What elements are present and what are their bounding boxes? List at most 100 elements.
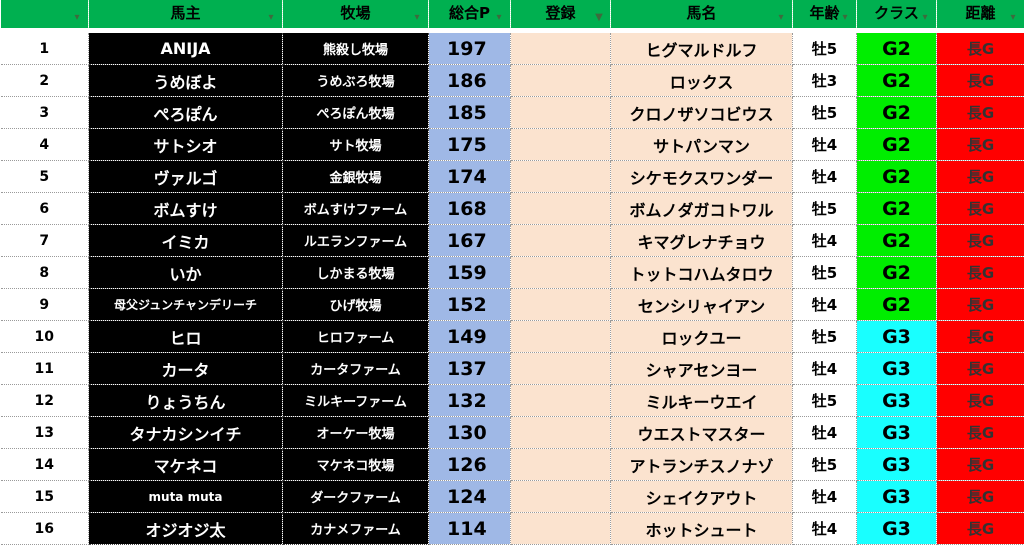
cell-registered[interactable] [510, 384, 611, 417]
cell-owner[interactable]: サトシオ [88, 128, 283, 161]
cell-registered[interactable] [510, 352, 611, 385]
cell-ranch[interactable]: ミルキーファーム [282, 384, 429, 417]
cell-owner[interactable]: りょうちん [88, 384, 283, 417]
cell-ranch[interactable]: サト牧場 [282, 128, 429, 161]
cell-age[interactable]: 牡3 [792, 64, 857, 97]
cell-no[interactable]: 12 [0, 384, 89, 417]
cell-no[interactable]: 10 [0, 320, 89, 353]
cell-age[interactable]: 牡5 [792, 448, 857, 481]
cell-registered[interactable] [510, 320, 611, 353]
cell-points[interactable]: 149 [428, 320, 511, 353]
cell-no[interactable]: 5 [0, 160, 89, 193]
col-header-points[interactable]: 総合P ▾ [428, 0, 511, 28]
col-header-age[interactable]: 年齢 ▾ [792, 0, 857, 28]
filter-dropdown-icon[interactable]: ▾ [1006, 12, 1020, 24]
cell-horse[interactable]: シケモクスワンダー [610, 160, 793, 193]
cell-points[interactable]: 152 [428, 288, 511, 321]
cell-registered[interactable] [510, 64, 611, 97]
cell-ranch[interactable]: 金銀牧場 [282, 160, 429, 193]
cell-distance[interactable]: 長G [936, 288, 1024, 321]
cell-points[interactable]: 130 [428, 416, 511, 449]
cell-registered[interactable] [510, 160, 611, 193]
cell-horse[interactable]: キマグレナチョウ [610, 224, 793, 257]
cell-no[interactable]: 3 [0, 96, 89, 129]
cell-distance[interactable]: 長G [936, 512, 1024, 545]
cell-registered[interactable] [510, 288, 611, 321]
cell-horse[interactable]: アトランチスノナゾ [610, 448, 793, 481]
cell-registered[interactable] [510, 224, 611, 257]
cell-distance[interactable]: 長G [936, 480, 1024, 513]
cell-registered[interactable] [510, 192, 611, 225]
cell-points[interactable]: 175 [428, 128, 511, 161]
cell-no[interactable]: 16 [0, 512, 89, 545]
col-header-owner[interactable]: 馬主 ▾ [88, 0, 283, 28]
cell-class[interactable]: G3 [856, 480, 937, 513]
cell-points[interactable]: 126 [428, 448, 511, 481]
cell-age[interactable]: 牡4 [792, 416, 857, 449]
cell-class[interactable]: G3 [856, 320, 937, 353]
cell-age[interactable]: 牡5 [792, 33, 857, 65]
cell-distance[interactable]: 長G [936, 192, 1024, 225]
cell-points[interactable]: 114 [428, 512, 511, 545]
cell-no[interactable]: 2 [0, 64, 89, 97]
cell-age[interactable]: 牡4 [792, 224, 857, 257]
cell-distance[interactable]: 長G [936, 352, 1024, 385]
cell-owner[interactable]: ヒロ [88, 320, 283, 353]
cell-distance[interactable]: 長G [936, 96, 1024, 129]
cell-age[interactable]: 牡5 [792, 96, 857, 129]
cell-class[interactable]: G2 [856, 256, 937, 289]
cell-distance[interactable]: 長G [936, 384, 1024, 417]
cell-horse[interactable]: ボムノダガコトワル [610, 192, 793, 225]
cell-registered[interactable] [510, 256, 611, 289]
cell-registered[interactable] [510, 512, 611, 545]
filter-dropdown-icon[interactable]: ▾ [410, 12, 424, 24]
col-header-distance[interactable]: 距離 ▾ [936, 0, 1024, 28]
cell-registered[interactable] [510, 128, 611, 161]
col-header-class[interactable]: クラス ▾ [856, 0, 937, 28]
col-header-no[interactable]: ▾ [0, 0, 89, 28]
cell-registered[interactable] [510, 33, 611, 65]
cell-class[interactable]: G3 [856, 384, 937, 417]
cell-points[interactable]: 168 [428, 192, 511, 225]
filter-dropdown-icon[interactable]: ▾ [492, 12, 506, 24]
col-header-ranch[interactable]: 牧場 ▾ [282, 0, 429, 28]
cell-ranch[interactable]: ひげ牧場 [282, 288, 429, 321]
cell-points[interactable]: 174 [428, 160, 511, 193]
cell-horse[interactable]: サトパンマン [610, 128, 793, 161]
cell-class[interactable]: G3 [856, 416, 937, 449]
cell-distance[interactable]: 長G [936, 128, 1024, 161]
cell-class[interactable]: G2 [856, 224, 937, 257]
cell-points[interactable]: 124 [428, 480, 511, 513]
cell-points[interactable]: 186 [428, 64, 511, 97]
cell-no[interactable]: 9 [0, 288, 89, 321]
filter-dropdown-icon[interactable]: ▾ [774, 12, 788, 24]
cell-ranch[interactable]: カナメファーム [282, 512, 429, 545]
cell-no[interactable]: 1 [0, 33, 89, 65]
cell-horse[interactable]: ロックス [610, 64, 793, 97]
filter-active-icon[interactable]: ▼ [592, 12, 606, 24]
cell-horse[interactable]: ホットシュート [610, 512, 793, 545]
cell-class[interactable]: G3 [856, 512, 937, 545]
cell-owner[interactable]: うめぼよ [88, 64, 283, 97]
cell-horse[interactable]: ウエストマスター [610, 416, 793, 449]
cell-owner[interactable]: タナカシンイチ [88, 416, 283, 449]
cell-no[interactable]: 11 [0, 352, 89, 385]
cell-owner[interactable]: マケネコ [88, 448, 283, 481]
cell-age[interactable]: 牡4 [792, 480, 857, 513]
cell-points[interactable]: 197 [428, 33, 511, 65]
cell-age[interactable]: 牡4 [792, 128, 857, 161]
cell-age[interactable]: 牡5 [792, 320, 857, 353]
cell-ranch[interactable]: ルエランファーム [282, 224, 429, 257]
cell-ranch[interactable]: ぺろぽん牧場 [282, 96, 429, 129]
cell-age[interactable]: 牡4 [792, 512, 857, 545]
filter-dropdown-icon[interactable]: ▾ [70, 12, 84, 24]
cell-class[interactable]: G3 [856, 448, 937, 481]
cell-points[interactable]: 185 [428, 96, 511, 129]
cell-no[interactable]: 13 [0, 416, 89, 449]
filter-dropdown-icon[interactable]: ▾ [838, 12, 852, 24]
cell-no[interactable]: 15 [0, 480, 89, 513]
cell-owner[interactable]: ボムすけ [88, 192, 283, 225]
cell-class[interactable]: G2 [856, 96, 937, 129]
cell-registered[interactable] [510, 96, 611, 129]
cell-points[interactable]: 137 [428, 352, 511, 385]
